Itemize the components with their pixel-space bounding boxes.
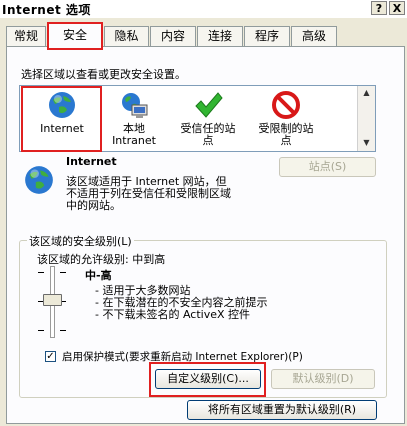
zone-intranet[interactable]: 本地 Intranet: [108, 88, 160, 150]
zones-prompt: 选择区域以查看或更改安全设置。: [21, 68, 186, 81]
selected-zone-globe-icon: [25, 166, 53, 194]
slider-tick: [60, 272, 66, 273]
zone-highlight: [21, 86, 102, 152]
tab-advanced[interactable]: 高级: [291, 26, 337, 46]
security-bullet: - 不下载未签名的 ActiveX 控件: [95, 308, 251, 321]
tab-general[interactable]: 常规: [6, 26, 46, 46]
sites-button[interactable]: 站点(S): [279, 157, 376, 177]
slider-tick: [38, 330, 44, 331]
tab-programs[interactable]: 程序: [244, 26, 290, 46]
tab-connections[interactable]: 连接: [197, 26, 243, 46]
zone-intranet-label: 本地 Intranet: [112, 122, 156, 147]
zone-list-scrollbar[interactable]: ▲ ▼: [357, 86, 375, 151]
reset-all-zones-button[interactable]: 将所有区域重置为默认级别(R): [187, 400, 377, 420]
tab-privacy[interactable]: 隐私: [104, 26, 149, 46]
zone-trusted[interactable]: 受信任的站 点: [172, 88, 244, 150]
close-button[interactable]: X: [389, 1, 405, 15]
security-level-bullets: - 适用于大多数网站 - 在下载潜在的不安全内容之前提示 - 不下载未签名的 A…: [95, 285, 267, 321]
tab-content[interactable]: 内容: [150, 26, 196, 46]
zone-trusted-label: 受信任的站 点: [180, 122, 236, 147]
security-level-group-label: 该区域的安全级别(L): [27, 233, 134, 249]
zone-restricted[interactable]: 受限制的站 点: [248, 88, 324, 150]
slider-tick: [60, 330, 66, 331]
custom-level-highlight: [149, 362, 266, 397]
security-level-name: 中-高: [85, 269, 112, 282]
slider-thumb[interactable]: [43, 294, 62, 306]
intranet-icon: [122, 93, 148, 118]
default-level-button[interactable]: 默认级别(D): [271, 369, 375, 389]
help-button[interactable]: ?: [371, 1, 387, 15]
window-title: Internet 选项: [2, 3, 91, 17]
selected-zone-name: Internet: [66, 155, 117, 168]
protected-mode-checkbox[interactable]: ✓: [45, 351, 56, 362]
allowed-levels-text: 该区域的允许级别: 中到高: [37, 253, 166, 266]
slider-tick: [38, 272, 44, 273]
scroll-up-icon[interactable]: ▲: [361, 88, 372, 98]
selected-zone-description: 该区域适用于 Internet 网站，但 不适用于列在受信任和受限制区域 中的网…: [66, 175, 231, 212]
restricted-icon: [272, 91, 300, 119]
tab-highlight: [47, 22, 103, 50]
security-level-slider[interactable]: [38, 266, 68, 338]
scroll-down-icon[interactable]: ▼: [361, 138, 372, 148]
zone-restricted-label: 受限制的站 点: [258, 122, 314, 147]
trusted-check-icon: [195, 92, 223, 118]
